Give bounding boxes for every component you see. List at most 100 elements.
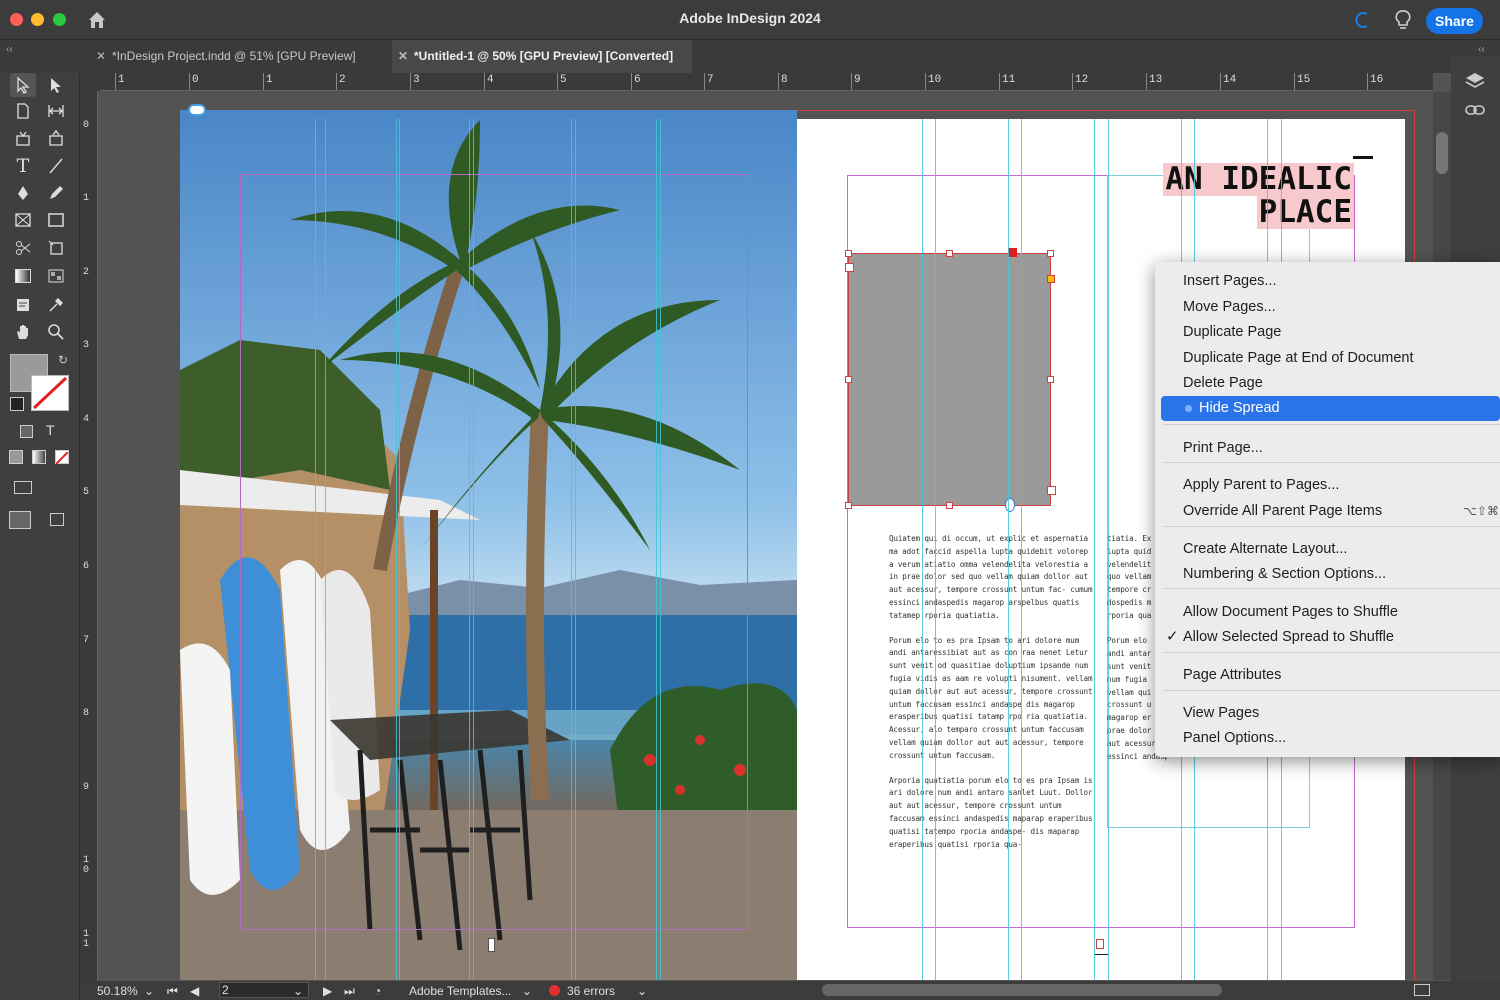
collapse-panels-icon[interactable]: ‹‹ [6,44,13,55]
hand-tool-icon[interactable] [10,320,36,344]
ruler-tick [704,73,705,90]
menu-item-move-pages[interactable]: Move Pages... [1183,296,1276,318]
title-bar: Adobe InDesign 2024 Share [0,0,1500,40]
zoom-level[interactable]: 50.18% [97,984,138,998]
default-fill-stroke-icon[interactable] [10,397,24,411]
ruler-tick [1220,73,1221,90]
preflight-profile[interactable]: Adobe Templates... [409,984,512,998]
formatting-container-icon[interactable] [20,425,33,438]
tab-untitled-1[interactable]: ✕ *Untitled-1 @ 50% [GPU Preview] [Conve… [392,40,692,73]
menu-item-duplicate-page[interactable]: Duplicate Page [1183,321,1281,343]
column-guide-line [1094,119,1095,980]
rectangle-tool-icon[interactable] [43,208,69,232]
next-page-icon[interactable]: ▶ [323,984,332,998]
text-overflow-marker[interactable] [1096,939,1104,949]
tools-panel: T ↻ T [0,73,80,1000]
apply-none-icon[interactable] [55,450,69,465]
ruler-label: 12 [1075,74,1089,86]
stroke-swatch[interactable] [31,375,69,411]
menu-item-create-alternate-layout[interactable]: Create Alternate Layout... [1183,538,1347,560]
dash-mark [1353,156,1373,159]
linked-image-icon[interactable] [188,104,206,116]
apply-color-icon[interactable] [9,450,23,464]
ruler-tick [925,73,926,90]
formatting-text-icon[interactable]: T [46,422,55,438]
swap-fill-stroke-icon[interactable]: ↻ [58,353,68,367]
headline-block[interactable]: AN IDEALIC PLACE [1139,163,1354,251]
body-paragraph-2: Porum elo to es pra Ipsam to ari dolore … [889,635,1093,760]
pen-tool-icon[interactable] [10,181,36,205]
errors-dropdown-icon[interactable]: ⌄ [637,984,647,998]
frame-handle[interactable] [488,938,495,952]
scrollbar-thumb[interactable] [1436,132,1448,174]
preflight-open-icon[interactable]: ◔ [374,984,381,998]
ruler-tick [557,73,558,90]
links-icon[interactable] [1464,102,1486,118]
content-placer-icon[interactable] [43,126,69,150]
menu-item-view-pages[interactable]: View Pages [1183,702,1259,724]
normal-view-icon[interactable] [9,511,31,529]
scissors-tool-icon[interactable] [10,236,36,260]
menu-item-apply-parent-to-pages[interactable]: Apply Parent to Pages... [1183,474,1339,496]
expand-panels-icon[interactable]: ‹‹ [1478,44,1485,55]
menu-item-print-page[interactable]: Print Page... [1183,437,1263,459]
app-title: Adobe InDesign 2024 [679,10,821,26]
gradient-feather-tool-icon[interactable] [43,264,69,288]
free-transform-tool-icon[interactable] [43,236,69,260]
page-dropdown-icon[interactable]: ⌄ [293,984,303,998]
vertical-ruler: 0 1 2 3 4 5 6 7 8 9 10 11 [80,91,98,981]
share-button[interactable]: Share [1426,8,1483,34]
tab-indesign-project[interactable]: ✕ *InDesign Project.indd @ 51% [GPU Prev… [90,40,380,73]
menu-item-numbering-section-options[interactable]: Numbering & Section Options... [1183,563,1386,585]
menu-shortcut: ⌥⇧⌘ [1463,504,1499,518]
screen-mode-icon[interactable] [14,481,32,494]
menu-item-page-attributes[interactable]: Page Attributes [1183,664,1281,686]
close-tab-icon[interactable]: ✕ [96,40,106,73]
layers-icon[interactable] [1464,70,1486,92]
pencil-tool-icon[interactable] [43,181,69,205]
type-tool-icon[interactable]: T [10,154,36,178]
margin-guide [240,174,748,930]
rectangle-frame-tool-icon[interactable] [10,208,36,232]
close-tab-icon[interactable]: ✕ [398,40,408,73]
menu-item-duplicate-page-at-end-of-document[interactable]: Duplicate Page at End of Document [1183,347,1414,369]
first-page-icon[interactable]: ⏮ [167,984,178,999]
apply-gradient-icon[interactable] [32,450,46,464]
menu-item-insert-pages[interactable]: Insert Pages... [1183,270,1277,292]
profile-dropdown-icon[interactable]: ⌄ [522,984,532,998]
menu-item-panel-options[interactable]: Panel Options... [1183,727,1286,749]
ruler-label: 7 [707,74,714,86]
document-tab-bar: ‹‹ ‹‹ ✕ *InDesign Project.indd @ 51% [GP… [0,40,1500,73]
menu-item-hide-spread[interactable]: Hide Spread [1199,397,1280,419]
gradient-swatch-tool-icon[interactable] [10,264,36,288]
menu-item-allow-selected-spread-to-shuffle[interactable]: Allow Selected Spread to Shuffle [1183,626,1394,648]
page-tool-icon[interactable] [10,99,36,123]
menu-item-allow-document-pages-to-shuffle[interactable]: Allow Document Pages to Shuffle [1183,601,1398,623]
note-tool-icon[interactable] [10,293,36,317]
horizontal-scrollbar[interactable] [822,984,1222,996]
body-text-frame[interactable]: Quiatem qui di occum, ut explic et asper… [889,533,1094,849]
direct-selection-tool-icon[interactable] [43,73,69,97]
content-grabber-icon[interactable] [1005,498,1015,512]
ruler-label: 15 [1297,74,1311,86]
ruler-label: 3 [83,340,90,351]
preview-mode-icon[interactable] [50,513,64,526]
zoom-dropdown-icon[interactable]: ⌄ [144,984,154,998]
gap-tool-icon[interactable] [43,99,69,123]
split-window-icon[interactable] [1414,984,1430,996]
menu-item-delete-page[interactable]: Delete Page [1183,372,1263,394]
ruler-label: 5 [83,487,90,498]
last-page-icon[interactable]: ⏭ [344,984,355,999]
selection-tool-icon[interactable] [10,73,36,97]
lightbulb-icon[interactable] [1393,9,1413,31]
eyedropper-tool-icon[interactable] [43,293,69,317]
menu-separator [1163,424,1500,425]
line-tool-icon[interactable] [43,154,69,178]
menu-item-override-all-parent-page-items[interactable]: Override All Parent Page Items [1183,500,1382,522]
menu-separator [1163,526,1500,527]
zoom-tool-icon[interactable] [43,320,69,344]
content-collector-icon[interactable] [10,126,36,150]
previous-page-icon[interactable]: ◀ [190,984,199,998]
column-guide-line [575,119,576,980]
error-count[interactable]: 36 errors [567,984,615,998]
